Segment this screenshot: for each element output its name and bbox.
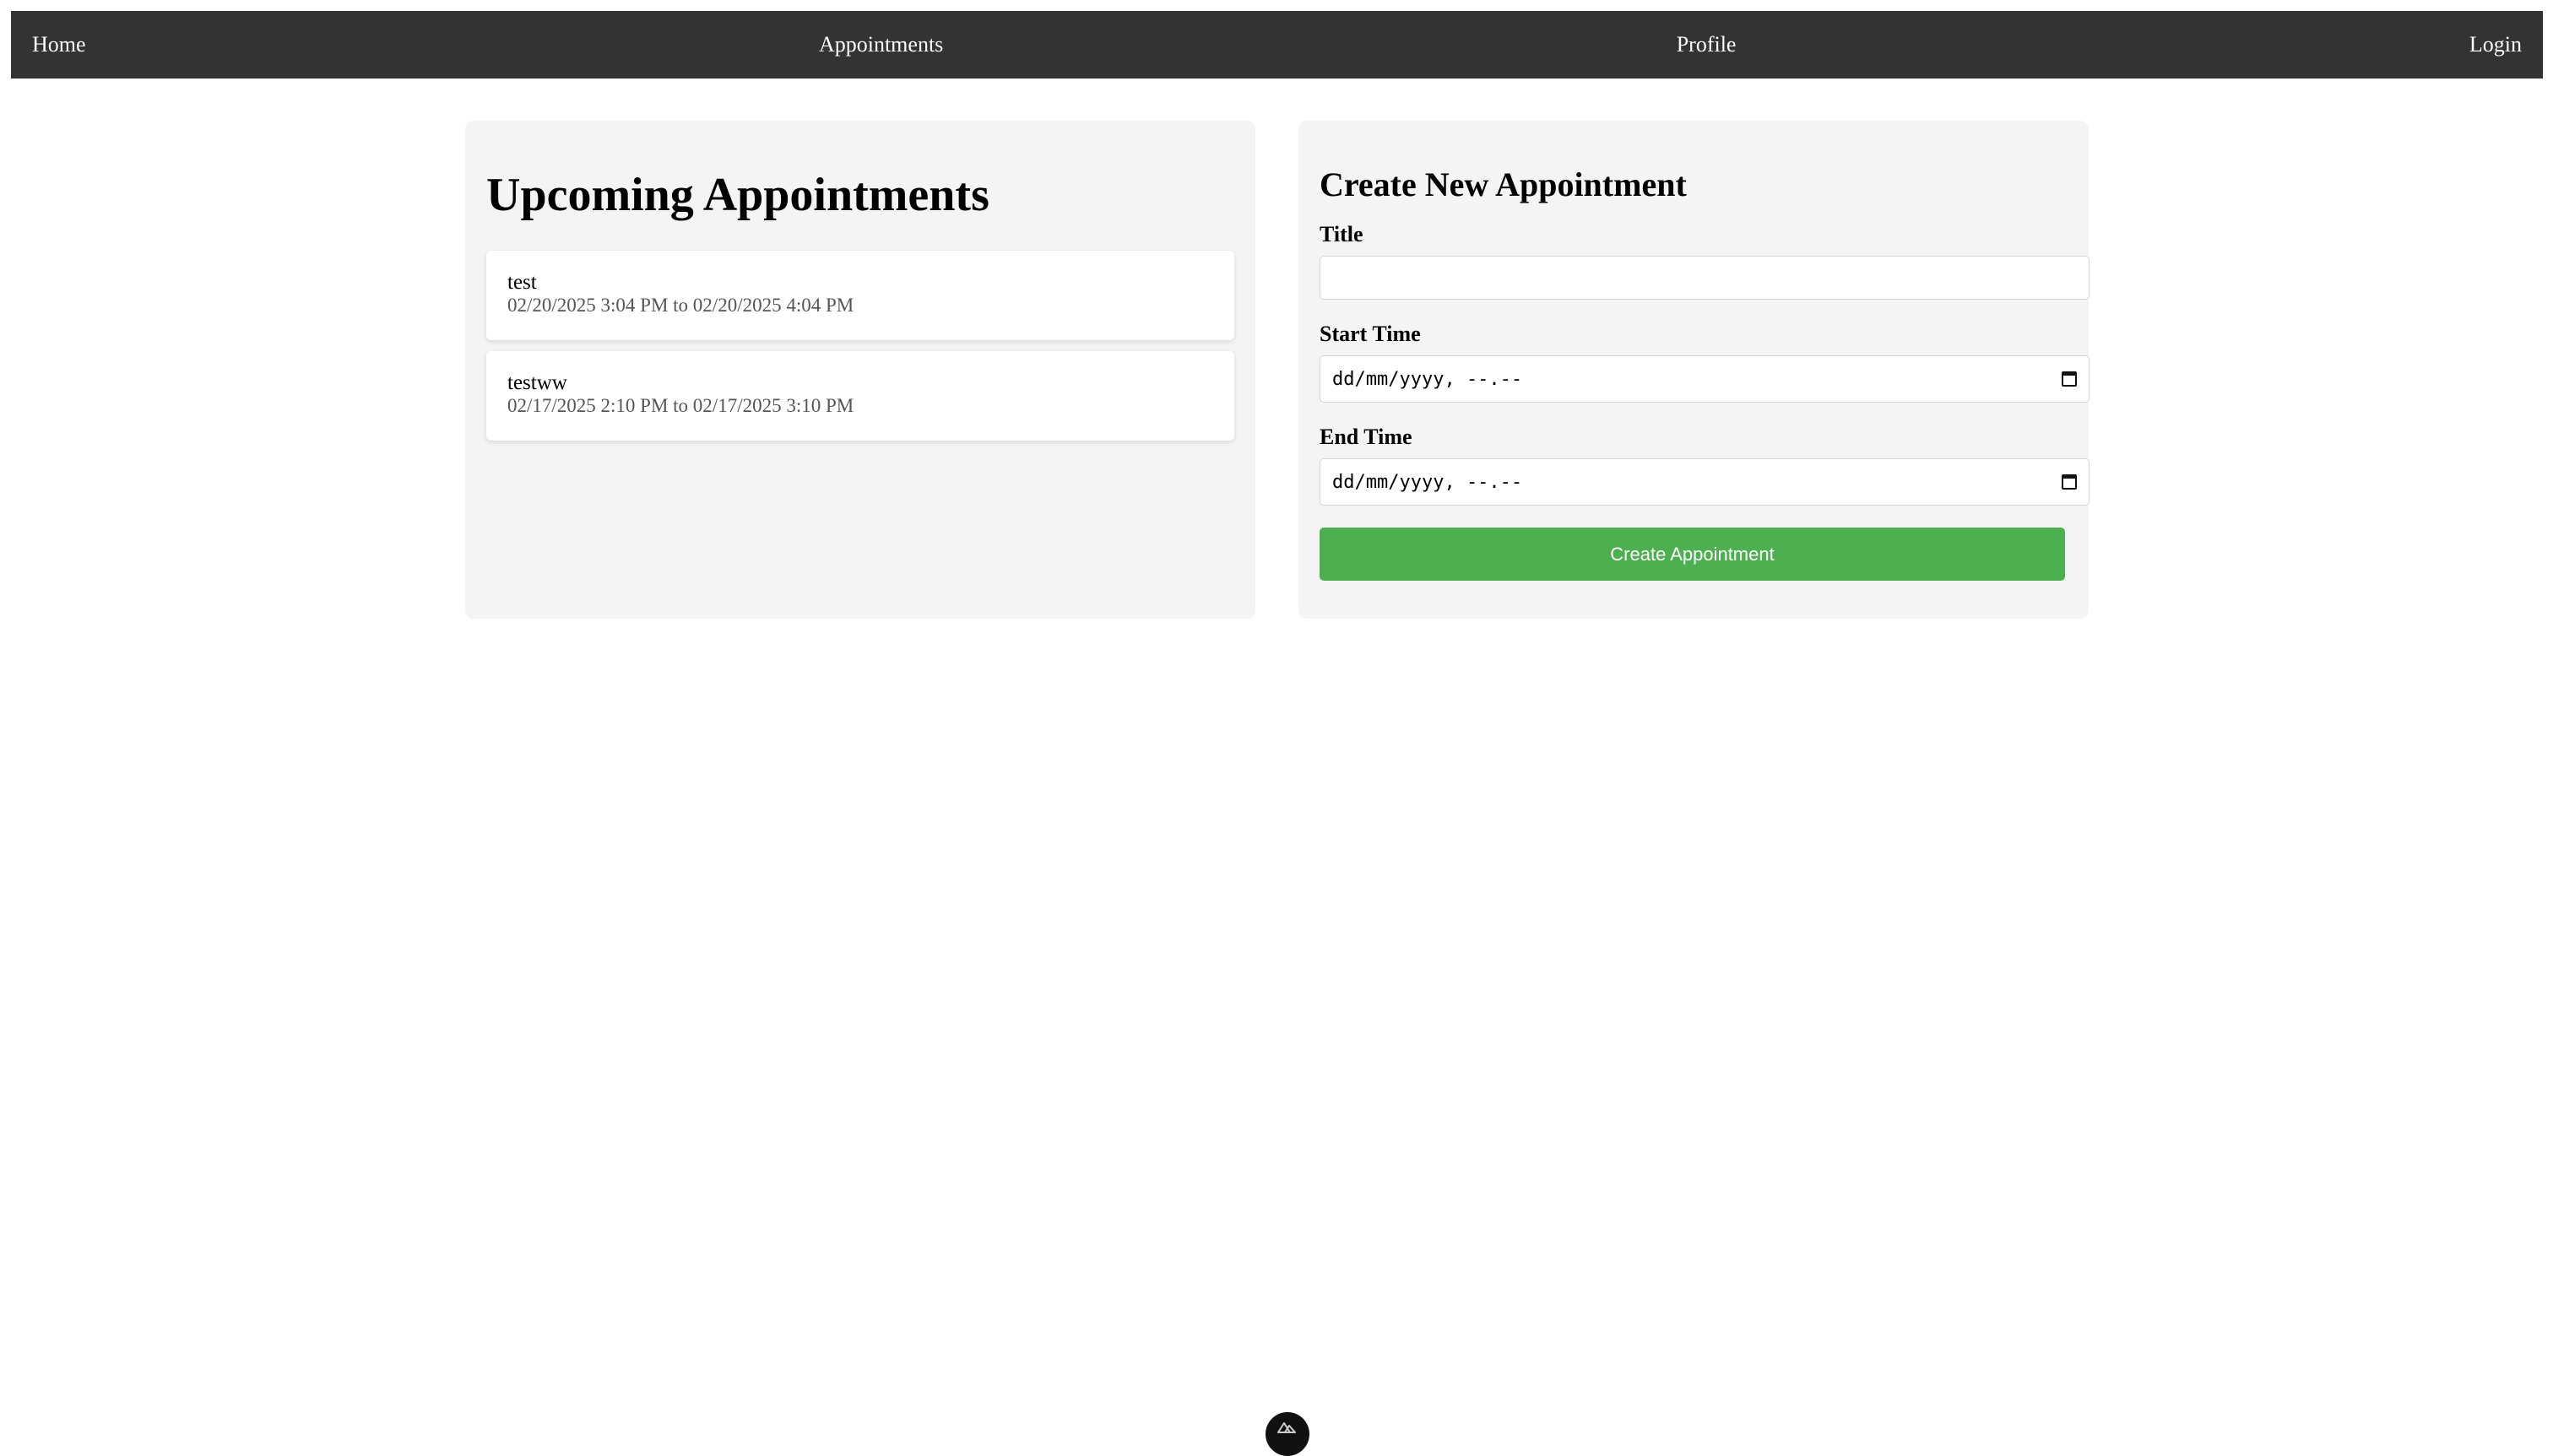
appointment-time: 02/20/2025 3:04 PM to 02/20/2025 4:04 PM — [507, 295, 854, 317]
nav-login-link[interactable]: Login — [2469, 32, 2522, 57]
appointment-title: test — [507, 271, 537, 295]
start-time-input[interactable]: dd/mm/yyyy, --.-- — [1320, 355, 2090, 403]
calendar-icon[interactable] — [2062, 371, 2077, 387]
upcoming-appointments-heading: Upcoming Appointments — [486, 169, 989, 221]
start-time-label: Start Time — [1320, 322, 1421, 346]
calendar-icon[interactable] — [2062, 474, 2077, 490]
start-time-placeholder: dd/mm/yyyy, --.-- — [1332, 368, 1523, 390]
appointment-card[interactable]: testww 02/17/2025 2:10 PM to 02/17/2025 … — [486, 351, 1234, 441]
create-appointment-button[interactable]: Create Appointment — [1320, 528, 2065, 581]
title-label: Title — [1320, 222, 1363, 246]
end-time-placeholder: dd/mm/yyyy, --.-- — [1332, 471, 1523, 493]
appointment-time: 02/17/2025 2:10 PM to 02/17/2025 3:10 PM — [507, 395, 854, 417]
nav-home-link[interactable]: Home — [32, 32, 86, 57]
nav-profile-link[interactable]: Profile — [1677, 32, 1737, 57]
nuxt-devtools-icon — [1277, 1422, 1296, 1433]
navbar: Home Appointments Profile Login — [11, 11, 2543, 78]
appointment-title: testww — [507, 371, 567, 395]
nuxt-devtools-button[interactable] — [1266, 1412, 1309, 1456]
nav-appointments-link[interactable]: Appointments — [819, 32, 943, 57]
create-appointment-heading: Create New Appointment — [1320, 165, 1687, 203]
create-appointment-panel: Create New Appointment Title Start Time … — [1298, 121, 2090, 619]
end-time-label: End Time — [1320, 425, 1412, 449]
end-time-input[interactable]: dd/mm/yyyy, --.-- — [1320, 458, 2090, 506]
title-input[interactable] — [1320, 256, 2090, 300]
upcoming-appointments-panel: Upcoming Appointments test 02/20/2025 3:… — [465, 121, 1255, 619]
appointment-card[interactable]: test 02/20/2025 3:04 PM to 02/20/2025 4:… — [486, 251, 1234, 341]
